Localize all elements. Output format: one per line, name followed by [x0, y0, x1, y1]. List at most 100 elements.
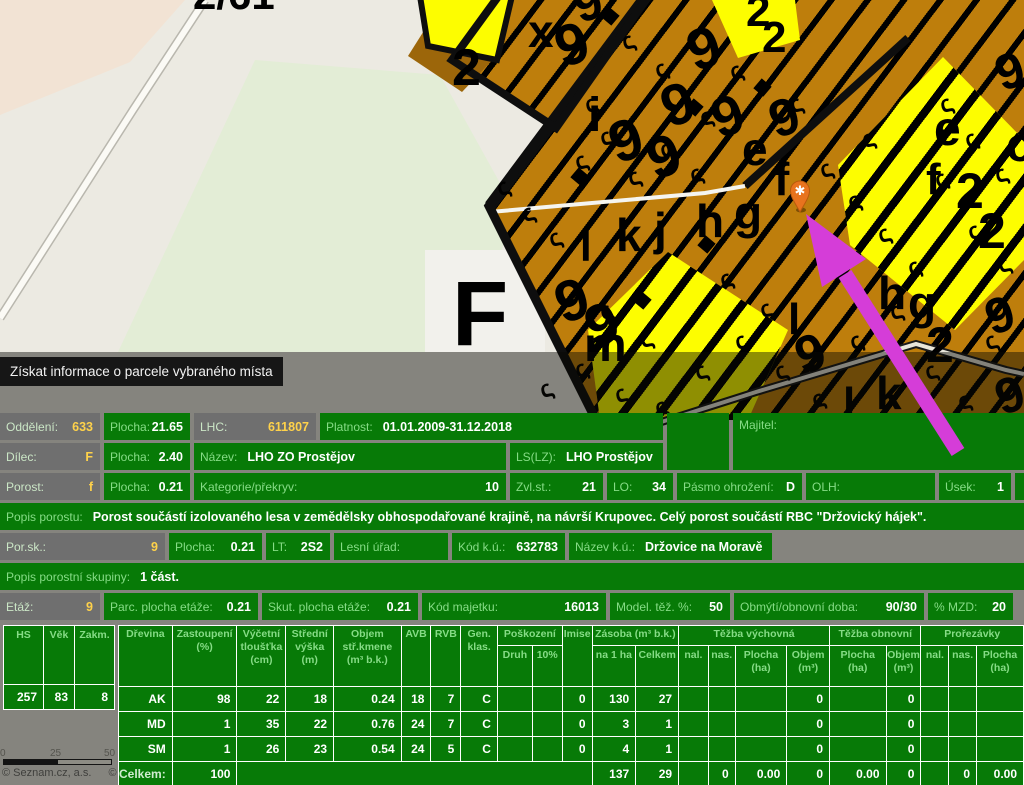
species-cell: 130 [592, 687, 636, 712]
species-cell [497, 687, 532, 712]
species-cell: 0 [787, 712, 830, 737]
map-hook-symbol: ς [815, 156, 837, 183]
species-cell [708, 737, 735, 762]
field-plocha-porost: Plocha: 0.21 [104, 473, 190, 500]
field-label: Model. těž. %: [610, 600, 692, 614]
species-cell [497, 712, 532, 737]
column-group-header: Poškození [497, 626, 562, 646]
field-label: Název k.ú.: [569, 540, 635, 554]
field-kod-majetku: Kód majetku: 16013 [422, 593, 606, 620]
field-etaz: Etáž: 9 [0, 593, 100, 620]
species-cell: 4 [592, 737, 636, 762]
field-label: Platnost: [320, 420, 373, 434]
species-cell [532, 687, 562, 712]
field-plocha-oddeleni: Plocha: 21.65 [104, 413, 190, 440]
species-cell [679, 712, 709, 737]
species-cell: 23 [286, 737, 334, 762]
scale-tick: 0 [0, 748, 6, 759]
field-obmyti: Obmýtí/obnovní doba: 90/30 [734, 593, 924, 620]
species-cell [977, 737, 1024, 762]
species-cell [735, 737, 787, 762]
field-dilec: Dílec: F [0, 443, 100, 470]
species-cell: 18 [401, 687, 431, 712]
field-value: 34 [652, 480, 673, 494]
species-cell: 98 [172, 687, 237, 712]
species-cell [977, 687, 1024, 712]
field-porost: Porost: f [0, 473, 100, 500]
field-spacer [1015, 473, 1024, 500]
column-header: Dřevina [119, 626, 173, 687]
field-label: Etáž: [0, 600, 33, 614]
field-skut-plocha: Skut. plocha etáže: 0.21 [262, 593, 418, 620]
field-label: Plocha: [169, 540, 215, 554]
species-cell: C [461, 712, 498, 737]
species-row: SM126230.54245C04100 [119, 737, 1024, 762]
map-hook-symbol: ς [993, 251, 1015, 278]
field-label: Obmýtí/obnovní doba: [734, 600, 858, 614]
field-label: LHC: [194, 420, 227, 434]
column-group-header: Zásoba (m³ b.k.) [592, 626, 678, 646]
field-label: Zvl.st.: [510, 480, 551, 494]
field-label: OLH: [806, 480, 840, 494]
map-hook-symbol: ς [517, 200, 539, 227]
field-label: Kategorie/překryv: [194, 480, 297, 494]
field-parc-plocha: Parc. plocha etáže: 0.21 [104, 593, 258, 620]
column-header: RVB [431, 626, 461, 687]
species-cell: SM [119, 737, 173, 762]
map-tooltip: Získat informace o parcele vybraného mís… [0, 357, 283, 386]
total-cell: 137 [592, 762, 636, 785]
field-pasmo: Pásmo ohrožení: D [677, 473, 802, 500]
species-cell: 7 [431, 687, 461, 712]
field-value: 20 [992, 600, 1013, 614]
field-label: Plocha: [104, 480, 150, 494]
column-header: AVB [401, 626, 431, 687]
column-group-header: Těžba obnovní [830, 626, 921, 646]
field-value: 1 část. [140, 570, 179, 584]
field-platnost: Platnost: 01.01.2009-31.12.2018 [320, 413, 663, 440]
field-value: 1 [997, 480, 1011, 494]
map-parcel-label: 2 [978, 206, 1006, 256]
species-cell: 3 [592, 712, 636, 737]
species-cell [949, 712, 977, 737]
column-subheader: Objem (m³) [886, 646, 921, 687]
map-parcel-label: j [654, 206, 667, 252]
column-subheader: nal. [679, 646, 709, 687]
map-hook-symbol: ς [617, 28, 639, 55]
field-nazev-ku: Název k.ú.: Držovice na Moravě [569, 533, 772, 560]
field-value: 01.01.2009-31.12.2018 [383, 420, 512, 434]
total-cell: 29 [636, 762, 679, 785]
species-cell [949, 737, 977, 762]
species-cell: 7 [431, 712, 461, 737]
total-cell: 0 [949, 762, 977, 785]
map-viewport[interactable]: 2/612x9922i99999e9fghjkl99mFe9cf22hg299l… [0, 0, 1024, 785]
total-cell [921, 762, 949, 785]
field-label: % MZD: [928, 600, 977, 614]
field-label: Plocha: [104, 420, 150, 434]
species-cell: 0 [886, 687, 921, 712]
total-cell: 0 [886, 762, 921, 785]
species-cell: C [461, 737, 498, 762]
column-header: Výčetní tloušťka (cm) [237, 626, 286, 687]
field-value: 9 [86, 600, 100, 614]
field-label: LO: [607, 480, 632, 494]
field-value: f [89, 480, 100, 494]
field-popis-skupiny: Popis porostní skupiny: 1 část. [0, 563, 1024, 590]
total-row: Celkem:1001372900.0000.00000.00 [119, 762, 1024, 785]
field-majitel: Majitel: [733, 413, 1024, 470]
map-parcel-label: g [734, 190, 762, 236]
column-subheader: Plocha (ha) [735, 646, 787, 687]
field-value: 633 [72, 420, 100, 434]
column-header: Imise [562, 626, 592, 687]
field-label: Kód majetku: [422, 600, 498, 614]
field-label: Oddělení: [0, 420, 58, 434]
column-subheader: Plocha (ha) [977, 646, 1024, 687]
map-hook-symbol: ς [755, 296, 777, 323]
field-value: 2.40 [159, 450, 190, 464]
species-table: DřevinaZastoupení (%)Výčetní tloušťka (c… [118, 625, 1024, 785]
column-subheader: Celkem [636, 646, 679, 687]
field-lhc: LHC: 611807 [194, 413, 316, 440]
field-label: Porost: [0, 480, 44, 494]
column-group-header: Těžba výchovná [679, 626, 830, 646]
species-cell: 0 [886, 712, 921, 737]
species-cell: 1 [636, 737, 679, 762]
